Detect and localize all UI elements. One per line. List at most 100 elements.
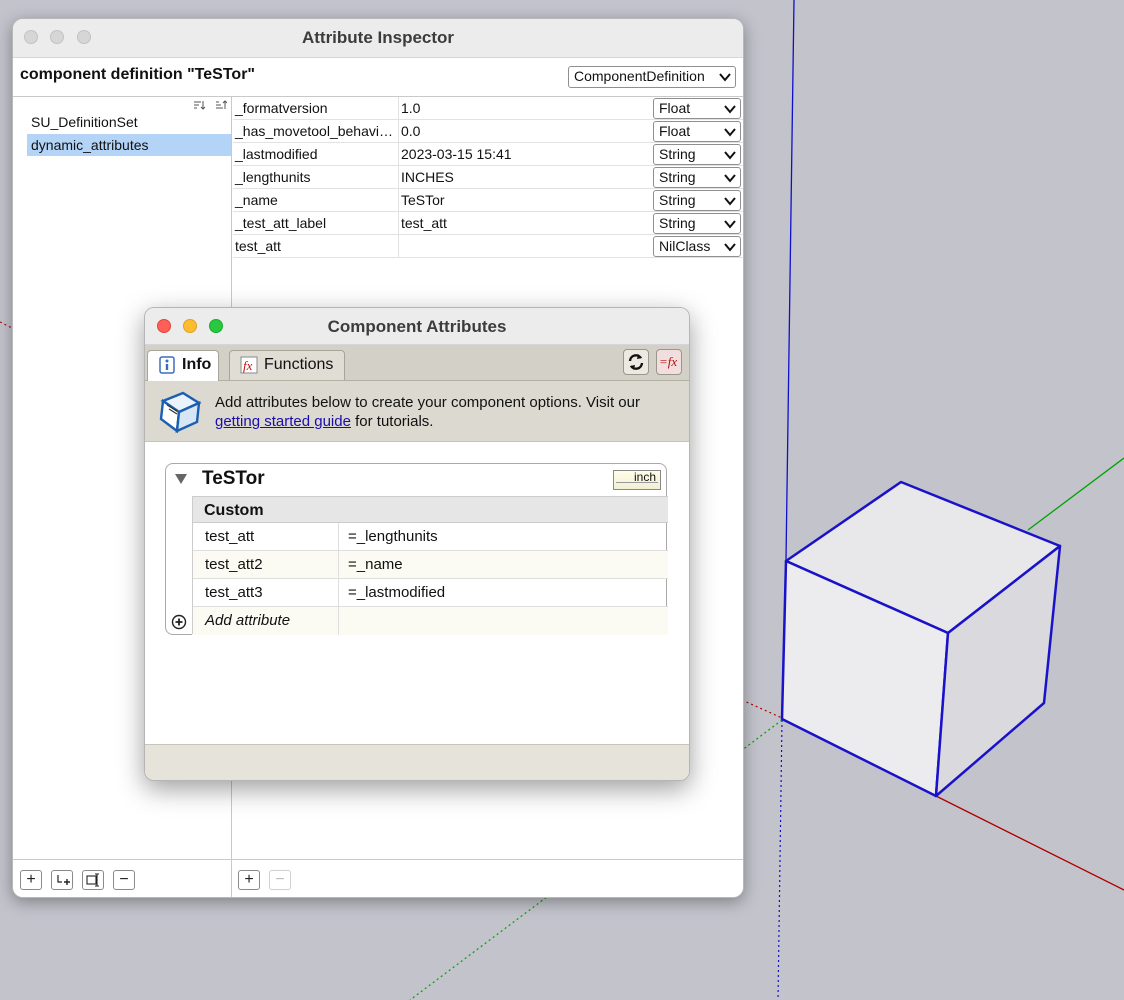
inspector-header: component definition "TeSTor" ComponentD…	[13, 58, 743, 97]
chevron-down-icon	[719, 73, 731, 82]
add-nested-icon	[57, 875, 70, 885]
attribute-type-select[interactable]: String	[653, 213, 741, 234]
chevron-down-icon	[724, 197, 736, 206]
attribute-key[interactable]: _lengthunits	[233, 166, 399, 188]
units-toggle[interactable]: inch	[613, 470, 661, 490]
dictionary-item-dynamic-attributes[interactable]: dynamic_attributes	[27, 134, 231, 156]
attribute-row[interactable]: _name TeSTor String	[233, 189, 743, 212]
ruler-icon	[616, 482, 658, 487]
inspector-titlebar[interactable]: Attribute Inspector	[13, 19, 743, 58]
attribute-type-value: Float	[659, 100, 691, 116]
attribute-row[interactable]: _lastmodified 2023-03-15 15:41 String	[233, 143, 743, 166]
add-attribute-icon[interactable]	[171, 614, 187, 630]
attribute-type-select[interactable]: NilClass	[653, 236, 741, 257]
sort-descending-icon[interactable]	[215, 100, 228, 110]
add-attribute-label[interactable]: Add attribute	[205, 612, 290, 629]
chevron-down-icon	[724, 151, 736, 160]
rename-icon	[86, 873, 99, 887]
attribute-type-value: String	[659, 169, 696, 185]
chevron-down-icon	[724, 220, 736, 229]
functions-icon: fx	[240, 356, 258, 374]
attribute-row[interactable]: test_att2 =_name	[192, 551, 668, 579]
getting-started-link[interactable]: getting started guide	[215, 413, 351, 430]
attribute-formula[interactable]: =_lastmodified	[348, 584, 445, 601]
attribute-row[interactable]: _has_movetool_behaviors 0.0 Float	[233, 120, 743, 143]
collapse-triangle-icon[interactable]	[175, 474, 187, 484]
chevron-down-icon	[724, 105, 736, 114]
attribute-key[interactable]: test_att	[233, 235, 399, 257]
attribute-type-select[interactable]: String	[653, 144, 741, 165]
attribute-value[interactable]: INCHES	[401, 166, 651, 185]
attribute-type-value: Float	[659, 123, 691, 139]
window-title: Attribute Inspector	[301, 28, 455, 47]
remove-attribute-button[interactable]: −	[269, 870, 291, 890]
svg-text:=fx: =fx	[659, 354, 677, 369]
svg-text:fx: fx	[243, 358, 253, 373]
refresh-button[interactable]	[623, 349, 649, 375]
entity-type-select[interactable]: ComponentDefinition	[568, 66, 736, 88]
add-attribute-button[interactable]: +	[238, 870, 260, 890]
add-attribute-row[interactable]: Add attribute	[192, 607, 668, 635]
attribute-type-select[interactable]: Float	[653, 98, 741, 119]
column-divider	[338, 607, 339, 635]
attribute-key[interactable]: _lastmodified	[233, 143, 399, 165]
refresh-icon	[628, 354, 644, 370]
dictionary-item-su-definitionset[interactable]: SU_DefinitionSet	[27, 111, 231, 133]
info-banner: Add attributes below to create your comp…	[145, 381, 689, 442]
info-icon	[159, 356, 175, 374]
chevron-down-icon	[724, 174, 736, 183]
attribute-formula[interactable]: =_name	[348, 556, 403, 573]
attribute-key[interactable]: _formatversion	[233, 97, 399, 119]
attribute-row[interactable]: _lengthunits INCHES String	[233, 166, 743, 189]
tab-functions[interactable]: fx Functions	[229, 350, 345, 380]
attribute-name[interactable]: test_att2	[205, 556, 263, 573]
add-nested-dictionary-button[interactable]	[51, 870, 73, 890]
blue-axis-dotted	[777, 719, 783, 1000]
row-gutter-line	[192, 496, 193, 634]
attribute-type-select[interactable]: String	[653, 167, 741, 188]
column-divider	[338, 523, 339, 551]
attribute-key[interactable]: _has_movetool_behaviors	[233, 120, 399, 142]
attribute-type-value: String	[659, 192, 696, 208]
attribute-name[interactable]: test_att	[205, 528, 254, 545]
chevron-down-icon	[724, 128, 736, 137]
tab-functions-label: Functions	[264, 356, 334, 373]
sort-ascending-icon[interactable]	[193, 100, 206, 110]
red-axis	[935, 795, 1124, 891]
attribute-key[interactable]: _test_att_label	[233, 212, 399, 234]
attribute-name[interactable]: test_att3	[205, 584, 263, 601]
entity-type-value: ComponentDefinition	[574, 68, 705, 84]
attribute-row[interactable]: test_att =_lengthunits	[192, 523, 668, 551]
component-attributes-titlebar[interactable]: Component Attributes	[145, 308, 689, 345]
attribute-value[interactable]: 2023-03-15 15:41	[401, 143, 651, 162]
green-axis	[1027, 457, 1124, 531]
component-attributes-window: Component Attributes Info fx Functions =…	[144, 307, 690, 781]
remove-dictionary-button[interactable]: −	[113, 870, 135, 890]
attribute-value[interactable]	[401, 235, 651, 238]
attribute-row[interactable]: test_att NilClass	[233, 235, 743, 258]
tab-info-label: Info	[182, 356, 212, 373]
window-title: Component Attributes	[327, 317, 507, 336]
attribute-row[interactable]: _formatversion 1.0 Float	[233, 97, 743, 120]
attribute-type-select[interactable]: Float	[653, 121, 741, 142]
attribute-value[interactable]: TeSTor	[401, 189, 651, 208]
attribute-type-select[interactable]: String	[653, 190, 741, 211]
attribute-value[interactable]: 0.0	[401, 120, 651, 139]
attribute-row[interactable]: _test_att_label test_att String	[233, 212, 743, 235]
rename-dictionary-button[interactable]	[82, 870, 104, 890]
component-attributes-footer	[145, 744, 689, 780]
tab-info[interactable]: Info	[147, 350, 219, 381]
column-divider	[338, 551, 339, 579]
attribute-type-value: String	[659, 146, 696, 162]
toggle-formula-view-button[interactable]: =fx	[656, 349, 682, 375]
cube[interactable]	[780, 480, 1062, 798]
definition-label: component definition "TeSTor"	[20, 66, 256, 83]
blue-axis	[785, 0, 795, 561]
attribute-formula[interactable]: =_lengthunits	[348, 528, 438, 545]
attribute-key[interactable]: _name	[233, 189, 399, 211]
add-dictionary-button[interactable]: +	[20, 870, 42, 890]
attribute-row[interactable]: test_att3 =_lastmodified	[192, 579, 668, 607]
attribute-value[interactable]: test_att	[401, 212, 651, 231]
chevron-down-icon	[724, 243, 736, 252]
attribute-value[interactable]: 1.0	[401, 97, 651, 116]
